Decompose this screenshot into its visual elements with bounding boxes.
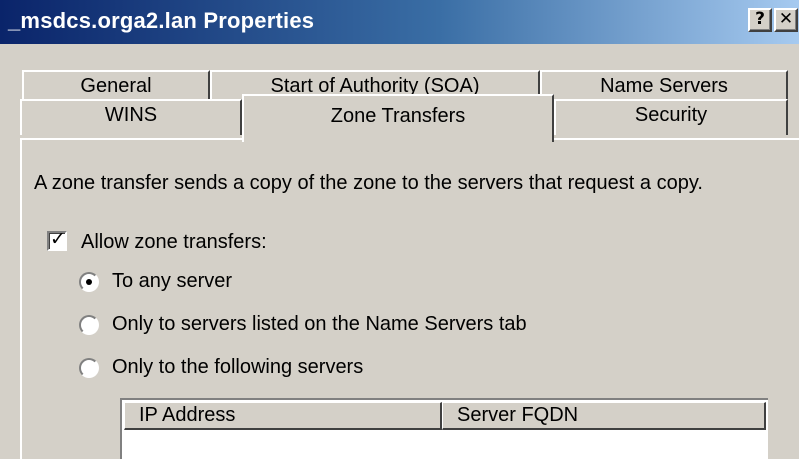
zone-transfer-description: A zone transfer sends a copy of the zone… bbox=[34, 172, 703, 194]
checkmark-icon: ✓ bbox=[50, 228, 66, 250]
radio-to-any-server[interactable] bbox=[79, 272, 99, 292]
allow-zone-transfers-checkbox[interactable]: ✓ bbox=[47, 228, 67, 251]
servers-list[interactable]: IP Address Server FQDN bbox=[120, 398, 768, 459]
title-bar: _msdcs.orga2.lan Properties ? ✕ bbox=[0, 0, 799, 44]
tab-zone-transfers[interactable]: Zone Transfers bbox=[242, 94, 554, 142]
tab-security[interactable]: Security bbox=[554, 99, 788, 135]
tab-name-servers[interactable]: Name Servers bbox=[540, 70, 788, 100]
radio-following-servers[interactable] bbox=[79, 358, 99, 378]
radio-name-servers-tab[interactable] bbox=[79, 315, 99, 335]
allow-zone-transfers-label[interactable]: Allow zone transfers: bbox=[81, 231, 267, 254]
window-title: _msdcs.orga2.lan Properties bbox=[8, 8, 315, 33]
tab-general[interactable]: General bbox=[22, 70, 210, 100]
close-button[interactable]: ✕ bbox=[774, 8, 798, 32]
close-icon: ✕ bbox=[778, 9, 794, 29]
radio-label-name-servers-tab[interactable]: Only to servers listed on the Name Serve… bbox=[112, 313, 527, 336]
radio-selected-dot bbox=[86, 279, 92, 285]
help-button[interactable]: ? bbox=[748, 8, 772, 32]
column-header-ip-address[interactable]: IP Address bbox=[124, 402, 442, 430]
radio-label-following-servers[interactable]: Only to the following servers bbox=[112, 356, 363, 379]
tab-wins[interactable]: WINS bbox=[20, 99, 242, 135]
column-header-server-fqdn[interactable]: Server FQDN bbox=[442, 402, 766, 430]
radio-label-to-any-server[interactable]: To any server bbox=[112, 270, 232, 293]
